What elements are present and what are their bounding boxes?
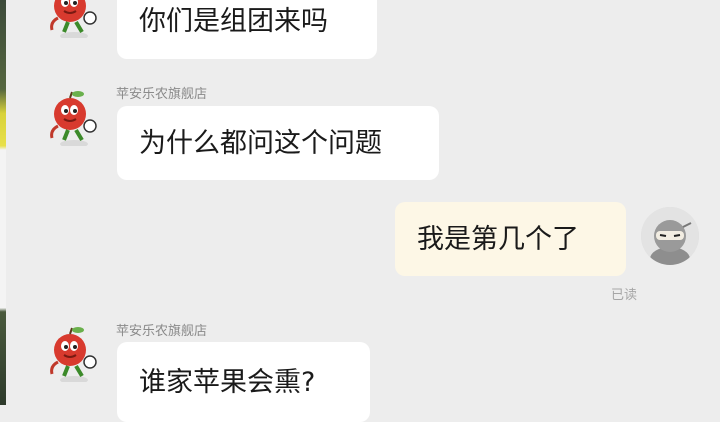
message-text: 我是第几个了 — [417, 223, 579, 255]
message-bubble[interactable]: 谁家苹果会熏? — [117, 342, 370, 422]
message-text: 为什么都问这个问题 — [139, 127, 382, 159]
ninja-avatar-icon — [641, 207, 699, 265]
user-avatar[interactable] — [641, 207, 699, 265]
sender-name: 苹安乐农旗舰店 — [116, 324, 208, 339]
message-bubble[interactable]: 我是第几个了 — [395, 202, 626, 276]
message-bubble[interactable]: 你们是组团来吗 — [117, 0, 377, 59]
message-text: 你们是组团来吗 — [139, 6, 328, 37]
apple-mascot-icon[interactable] — [40, 322, 100, 382]
sender-name: 苹安乐农旗舰店 — [116, 87, 208, 102]
message-bubble[interactable]: 为什么都问这个问题 — [117, 106, 439, 180]
read-status: 已读 — [611, 288, 638, 303]
apple-mascot-icon[interactable] — [40, 0, 100, 38]
message-text: 谁家苹果会熏? — [139, 366, 316, 398]
background-photo-strip — [0, 0, 6, 405]
apple-mascot-icon[interactable] — [40, 86, 100, 146]
